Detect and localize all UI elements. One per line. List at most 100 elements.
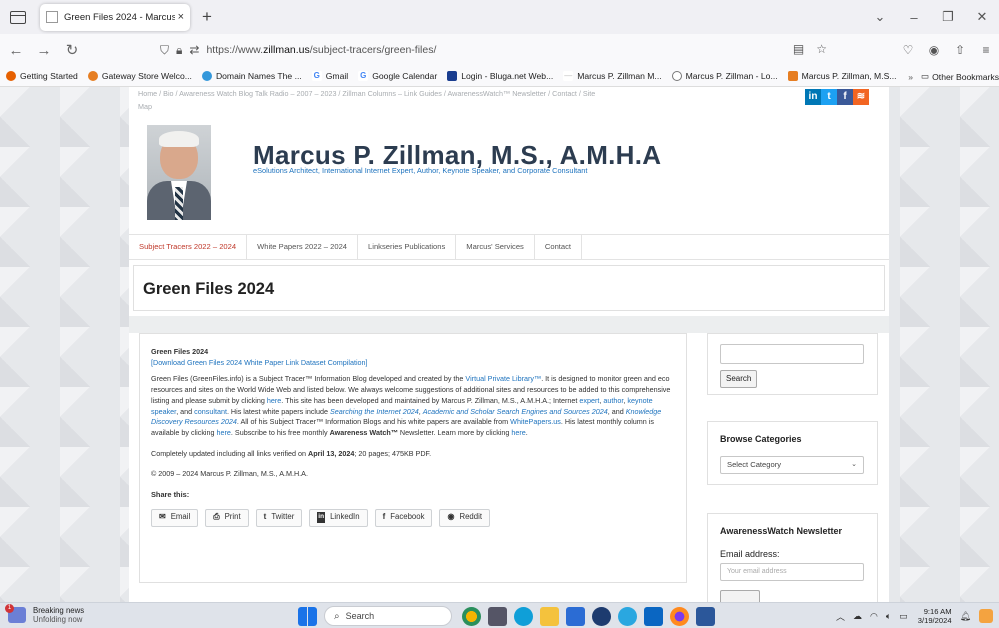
twitter-icon: t	[263, 512, 267, 522]
learn-more-link[interactable]: here	[511, 428, 525, 437]
url-bar[interactable]: ⛉ 🔒︎ ⇄ https://www. zillman.us/subject-tr…	[160, 38, 848, 62]
rss-icon[interactable]: ≋	[853, 89, 869, 105]
bookmark-item[interactable]: Login - Bluga.net Web...	[447, 71, 553, 81]
menu-item-contact[interactable]: Contact	[535, 234, 583, 260]
page-icon	[787, 71, 798, 81]
permissions-icon[interactable]: ⇄	[189, 43, 199, 57]
news-widget[interactable]: 1 Breaking news Unfolding now	[5, 604, 84, 624]
download-link[interactable]: [Download Green Files 2024 White Paper L…	[151, 358, 368, 367]
bookmark-item[interactable]: Marcus P. Zillman, M.S...	[787, 71, 897, 81]
search-widget: Search	[707, 333, 878, 395]
bookmark-item[interactable]: Getting Started	[6, 71, 78, 81]
reload-icon[interactable]: ↻	[60, 41, 84, 59]
twitter-icon[interactable]: t	[821, 89, 837, 105]
browser-tab-active[interactable]: Green Files 2024 - Marcus P. Zillman ×	[40, 3, 190, 31]
page-viewport: Home / Bio / Awareness Watch Blog Talk R…	[0, 87, 999, 602]
new-tab-button[interactable]: +	[202, 7, 212, 27]
lock-icon[interactable]: 🔒︎	[176, 43, 182, 58]
pocket-icon[interactable]: ♡	[895, 43, 921, 57]
dell-icon[interactable]	[592, 606, 611, 626]
share-print-button[interactable]: ⎙ Print	[205, 508, 249, 527]
browser-tab-bar: Green Files 2024 - Marcus P. Zillman × +…	[0, 0, 999, 34]
cortana-icon[interactable]	[618, 606, 637, 626]
search-button[interactable]: Search	[720, 370, 758, 388]
bookmark-item[interactable]: Marcus P. Zillman - Lo...	[671, 71, 778, 81]
search-input[interactable]	[720, 344, 864, 364]
list-all-tabs-icon[interactable]: ⌄	[863, 9, 897, 25]
bookmark-item[interactable]: G Google Calendar	[358, 71, 437, 81]
wifi-icon[interactable]: ◠	[870, 611, 878, 622]
column-here-link[interactable]: here	[217, 428, 231, 437]
divider	[129, 316, 889, 333]
reader-view-icon[interactable]: ▤	[793, 42, 816, 56]
minimize-icon[interactable]: –	[897, 10, 931, 25]
share-facebook-button[interactable]: f Facebook	[374, 508, 433, 527]
clock[interactable]: 9:16 AM 3/19/2024	[918, 607, 952, 625]
widgets-icon[interactable]	[462, 606, 481, 626]
share-twitter-button[interactable]: t Twitter	[255, 508, 303, 527]
bookmark-star-icon[interactable]: ☆	[816, 42, 839, 56]
bookmark-item[interactable]: Domain Names The ...	[201, 71, 302, 81]
facebook-icon[interactable]: f	[837, 89, 853, 105]
copilot-icon[interactable]	[979, 609, 993, 623]
bookmark-item[interactable]: G Gmail	[311, 71, 348, 81]
shield-icon[interactable]: ⛉	[160, 43, 169, 58]
submit-here-link[interactable]: here	[267, 396, 281, 405]
task-view-icon[interactable]	[488, 606, 507, 626]
menu-icon[interactable]: ≡	[973, 43, 999, 57]
share-email-button[interactable]: ✉ Email	[151, 508, 199, 527]
edge-icon[interactable]	[514, 606, 533, 626]
email-field[interactable]: Your email address	[720, 563, 864, 581]
bookmark-item[interactable]: Gateway Store Welco...	[87, 71, 192, 81]
menu-item-services[interactable]: Marcus' Services	[456, 234, 535, 260]
subscribe-button[interactable]	[720, 590, 760, 602]
reddit-icon: ◉	[447, 512, 455, 522]
tab-close-icon[interactable]: ×	[178, 11, 184, 23]
notification-bell-icon[interactable]: 🔔︎	[960, 611, 971, 622]
tab-overview-icon[interactable]	[10, 10, 26, 24]
categories-widget: Browse Categories Select Category ⌄	[707, 421, 878, 485]
bookmark-item[interactable]: — Marcus P. Zillman M...	[563, 71, 662, 81]
menu-item-linkseries[interactable]: Linkseries Publications	[358, 234, 457, 260]
forward-icon[interactable]: →	[32, 42, 56, 59]
vpl-link[interactable]: Virtual Private Library™	[465, 374, 541, 383]
restore-icon[interactable]: ❐	[931, 9, 965, 25]
academic-scholar-link[interactable]: Academic and Scholar Search Engines and …	[423, 407, 608, 416]
linkedin-icon: in	[317, 512, 326, 524]
page-icon: —	[563, 71, 574, 81]
taskbar-search[interactable]: ⌕ Search	[324, 606, 452, 626]
share-icon[interactable]: ⇧	[947, 43, 973, 57]
top-navigation[interactable]: Home / Bio / Awareness Watch Blog Talk R…	[138, 87, 598, 113]
volume-icon[interactable]: 🔈︎	[886, 611, 891, 622]
whitepapers-link[interactable]: WhitePapers.us	[510, 417, 561, 426]
firefox-icon[interactable]	[670, 606, 689, 626]
share-reddit-button[interactable]: ◉ Reddit	[439, 508, 491, 527]
share-title: Share this:	[151, 490, 190, 500]
consultant-link[interactable]: consultant	[194, 407, 227, 416]
more-bookmarks-icon[interactable]: »	[908, 72, 913, 82]
onedrive-icon[interactable]: ☁	[853, 611, 862, 622]
category-select[interactable]: Select Category ⌄	[720, 456, 864, 474]
back-icon[interactable]: ←	[4, 42, 28, 59]
share-linkedin-button[interactable]: in LinkedIn	[309, 508, 368, 527]
file-explorer-icon[interactable]	[540, 606, 559, 626]
outlook-icon[interactable]	[644, 606, 663, 626]
bluga-icon	[447, 71, 458, 81]
start-icon[interactable]	[298, 606, 317, 626]
author-link[interactable]: author	[603, 396, 623, 405]
searching-internet-link[interactable]: Searching the Internet 2024	[330, 407, 419, 416]
store-icon[interactable]	[566, 606, 585, 626]
post-heading: Green Files 2024	[151, 347, 209, 356]
linkedin-icon[interactable]: in	[805, 89, 821, 105]
close-window-icon[interactable]: ✕	[965, 9, 999, 25]
chevron-up-icon[interactable]: ︿	[836, 610, 845, 623]
menu-item-white-papers[interactable]: White Papers 2022 – 2024	[247, 234, 359, 260]
word-icon[interactable]	[696, 606, 715, 626]
account-icon[interactable]: ◉	[921, 43, 947, 57]
other-bookmarks[interactable]: Other Bookmarks	[932, 72, 999, 82]
menu-item-subject-tracers[interactable]: Subject Tracers 2022 – 2024	[129, 234, 248, 260]
store-icon	[87, 71, 98, 81]
battery-icon[interactable]: ▭	[899, 611, 908, 622]
expert-link[interactable]: expert	[579, 396, 599, 405]
google-icon: G	[358, 71, 369, 81]
